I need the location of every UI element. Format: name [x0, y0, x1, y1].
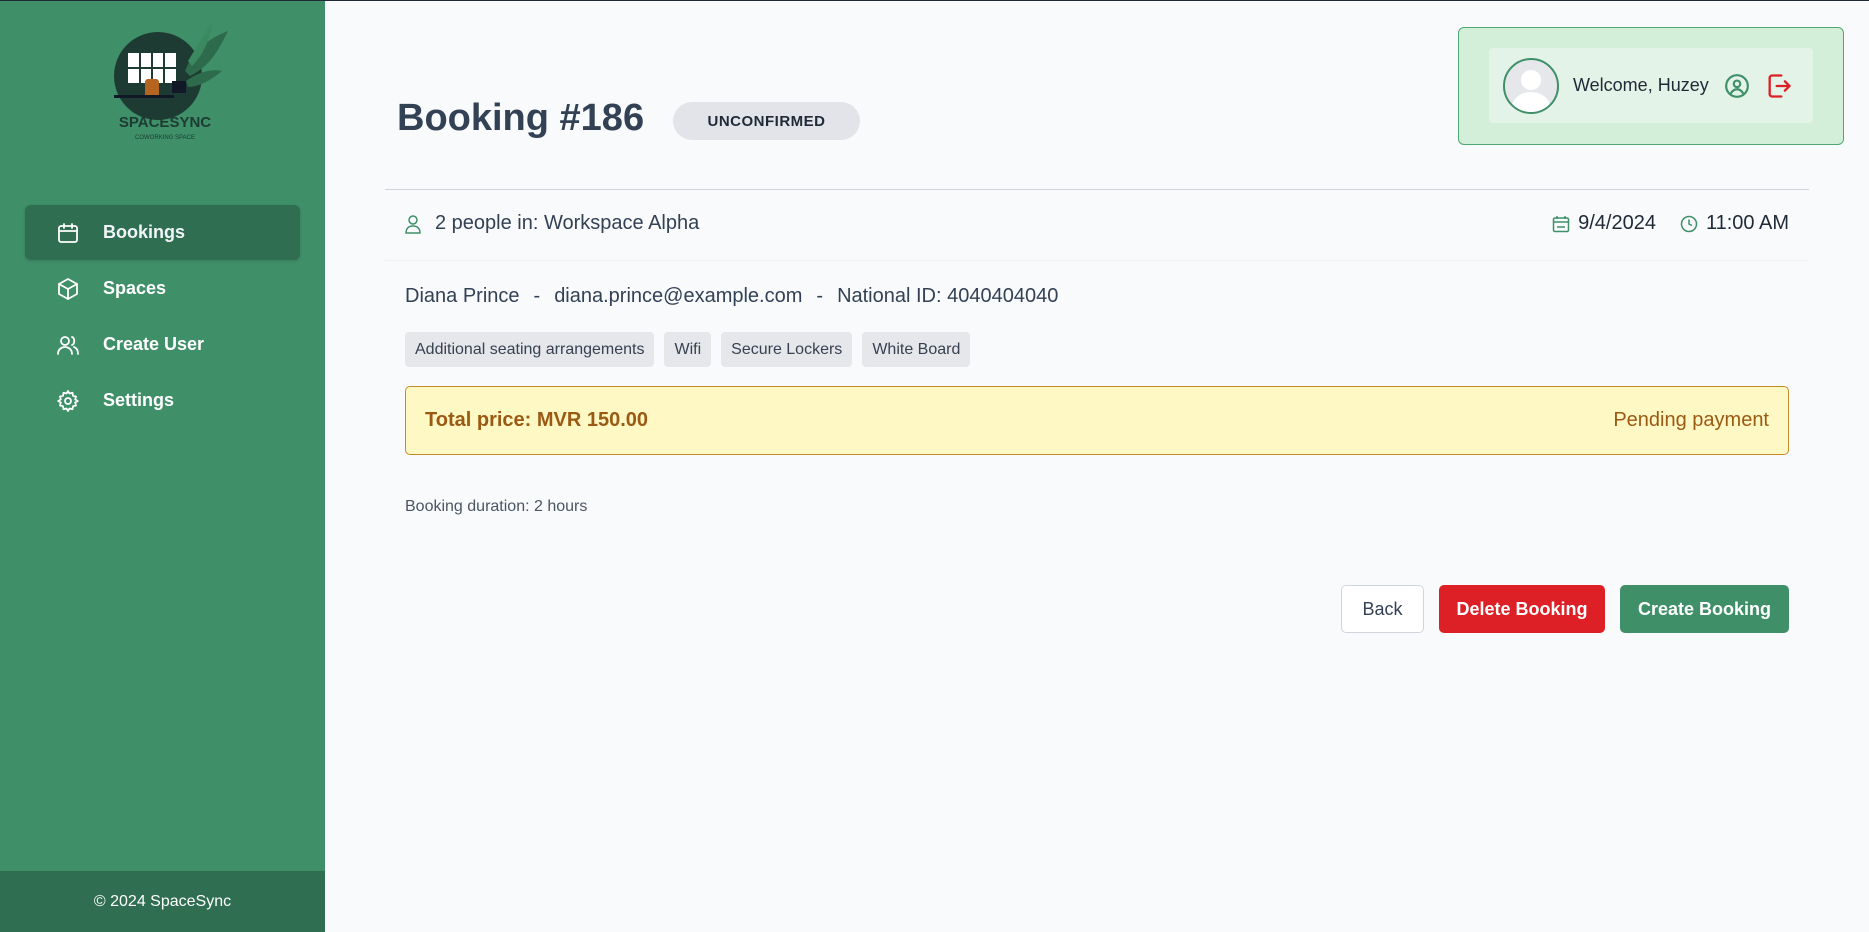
gear-icon	[55, 388, 81, 414]
payment-status: Pending payment	[1613, 409, 1769, 431]
amenity-tag: Additional seating arrangements	[405, 332, 655, 367]
page-title: Booking #186	[397, 97, 645, 139]
separator: -	[816, 285, 824, 307]
brand-name: SPACESYNC	[119, 114, 211, 131]
total-price: Total price: MVR 150.00	[425, 409, 649, 431]
logout-icon[interactable]	[1765, 72, 1793, 100]
sidebar-item-label: Bookings	[103, 222, 186, 242]
separator: -	[533, 285, 541, 307]
booking-time: 11:00 AM	[1705, 212, 1789, 234]
amenity-tag: Wifi	[664, 332, 712, 367]
calendar-icon	[1552, 215, 1570, 233]
person-icon	[405, 214, 423, 234]
user-card: Welcome, Huzey	[1458, 27, 1844, 145]
price-alert: Total price: MVR 150.00 Pending payment	[405, 386, 1789, 455]
booking-duration: Booking duration: 2 hours	[405, 498, 588, 515]
clock-icon	[1680, 215, 1698, 233]
customer-email: diana.prince@example.com	[554, 285, 803, 307]
delete-booking-button[interactable]: Delete Booking	[1439, 585, 1605, 633]
cube-icon	[55, 276, 81, 302]
sidebar-item-label: Spaces	[103, 278, 167, 298]
sidebar-item-label: Create User	[103, 334, 205, 354]
time-block: 11:00 AM	[1680, 212, 1789, 235]
booking-datetime: 9/4/2024 11:00 AM	[1552, 212, 1789, 235]
back-button[interactable]: Back	[1341, 585, 1424, 633]
sidebar-item-label: Settings	[103, 390, 175, 410]
brand-tagline: COWORKING SPACE	[135, 135, 195, 141]
divider	[385, 260, 1809, 261]
create-booking-button[interactable]: Create Booking	[1620, 585, 1789, 633]
user-panel: Welcome, Huzey	[1489, 48, 1813, 123]
sidebar-item-bookings[interactable]: Bookings	[25, 205, 300, 260]
customer-info: Diana Prince - diana.prince@example.com …	[405, 285, 1058, 308]
sidebar-item-settings[interactable]: Settings	[25, 373, 300, 428]
amenity-tag: Secure Lockers	[721, 332, 853, 367]
sidebar-footer: © 2024 SpaceSync	[0, 871, 325, 932]
people-text: 2 people in: Workspace Alpha	[435, 212, 700, 234]
amenity-tag: White Board	[862, 332, 971, 367]
users-icon	[55, 332, 81, 358]
sidebar-item-spaces[interactable]: Spaces	[25, 261, 300, 316]
welcome-text: Welcome, Huzey	[1573, 75, 1709, 95]
spacesync-logo[interactable]: SPACESYNC COWORKING SPACE	[100, 21, 230, 146]
status-badge: UNCONFIRMED	[673, 102, 860, 140]
sidebar: SPACESYNC COWORKING SPACE Bookings Space…	[0, 1, 325, 932]
divider	[385, 189, 1809, 190]
national-id: National ID: 4040404040	[837, 285, 1059, 307]
booking-people: 2 people in: Workspace Alpha	[405, 212, 699, 235]
sidebar-item-create-user[interactable]: Create User	[25, 317, 300, 372]
user-circle-icon[interactable]	[1723, 72, 1751, 100]
sidebar-nav: Bookings Spaces Create User Settings	[25, 205, 300, 429]
customer-name: Diana Prince	[405, 285, 520, 307]
booking-date: 9/4/2024	[1578, 212, 1656, 234]
amenity-tags: Additional seating arrangements Wifi Sec…	[405, 332, 980, 367]
calendar-icon	[55, 220, 81, 246]
avatar[interactable]	[1503, 57, 1559, 114]
